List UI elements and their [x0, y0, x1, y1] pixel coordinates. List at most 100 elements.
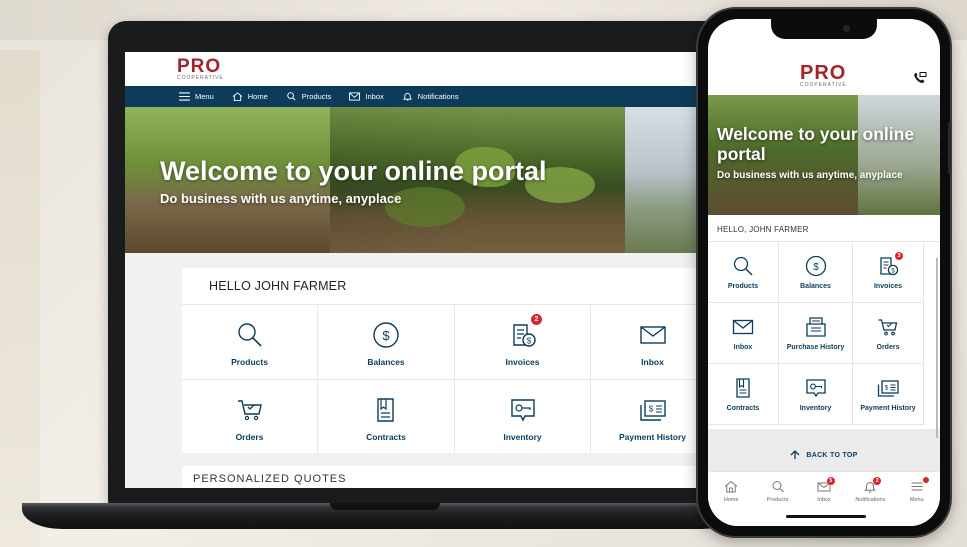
tile-inventory[interactable]: Inventory: [455, 379, 591, 454]
nav-home[interactable]: Home: [232, 92, 268, 101]
tile-label: Contracts: [366, 432, 406, 442]
invoice-count-badge: 2: [531, 314, 542, 325]
tab-label: Notifications: [855, 497, 886, 503]
tile-orders[interactable]: Orders: [853, 303, 924, 364]
mobile-tile-grid: Products $ Balances $ 3 Invoices Inbox P…: [708, 241, 940, 425]
tile-label: Invoices: [873, 282, 902, 290]
logo-tagline: COOPERATIVE: [800, 82, 847, 88]
tile-label: Orders: [876, 343, 900, 351]
tile-label: Inbox: [733, 343, 753, 351]
tile-label: Invoices: [505, 357, 540, 367]
tab-label: Menu: [909, 497, 924, 503]
nav-label: Notifications: [417, 92, 459, 101]
tile-inventory[interactable]: Inventory: [779, 364, 853, 425]
dashboard-body: HELLO JOHN FARMER Products $ Balances $ …: [125, 253, 715, 488]
tile-label: Purchase History: [786, 343, 845, 351]
tile-contracts[interactable]: Contracts: [318, 379, 455, 454]
tile-label: Products: [727, 282, 759, 290]
tile-label: Payment History: [860, 404, 916, 412]
tile-label: Products: [231, 357, 268, 367]
hero-subtitle: Do business with us anytime, anyplace: [160, 191, 402, 206]
invoice-icon: $: [512, 324, 536, 347]
svg-text:$: $: [648, 405, 653, 414]
tile-invoices[interactable]: $ 3 Invoices: [853, 242, 924, 303]
tile-purchase-history[interactable]: Purchase History: [779, 303, 853, 364]
mail-icon: [349, 92, 361, 101]
scrollbar[interactable]: [936, 258, 938, 438]
cart-icon: [878, 318, 898, 335]
nav-inbox[interactable]: Inbox: [349, 92, 384, 101]
contract-icon: [377, 398, 394, 422]
dashboard-card: HELLO JOHN FARMER Products $ Balances $ …: [182, 268, 715, 454]
mail-icon: [732, 319, 754, 334]
back-to-top-label: BACK TO TOP: [806, 451, 858, 459]
tile-label: Contracts: [726, 404, 760, 412]
svg-text:$: $: [526, 337, 531, 346]
tab-menu[interactable]: Menu: [894, 472, 940, 526]
tile-contracts[interactable]: Contracts: [708, 364, 779, 425]
nav-notifications[interactable]: Notifications: [402, 92, 459, 101]
tile-label: Balances: [800, 282, 831, 290]
menu-alert-dot: [922, 477, 929, 483]
logo-tagline: COOPERATIVE: [177, 74, 224, 81]
nav-menu[interactable]: Menu: [179, 92, 214, 101]
hero-subtitle: Do business with us anytime, anyplace: [717, 170, 903, 181]
inventory-icon: [510, 399, 535, 422]
svg-text:$: $: [382, 328, 390, 343]
nav-label: Products: [301, 92, 332, 101]
home-icon: [232, 92, 243, 101]
home-icon: [724, 480, 738, 493]
svg-text:$: $: [891, 267, 895, 274]
tile-label: Balances: [367, 357, 405, 367]
brand-logo[interactable]: PRO COOPERATIVE: [177, 57, 224, 81]
nav-label: Inbox: [365, 92, 384, 101]
cart-icon: [237, 400, 262, 421]
tile-invoices[interactable]: $ 2 Invoices: [455, 304, 591, 379]
phone-notch: [771, 19, 877, 39]
tab-label: Inbox: [817, 497, 831, 503]
mail-icon: [639, 326, 666, 344]
hero-banner: Welcome to your online portal Do busines…: [125, 107, 715, 253]
desktop-header: PRO COOPERATIVE: [125, 52, 715, 86]
svg-text:$: $: [813, 262, 819, 273]
tile-products[interactable]: Products: [182, 304, 318, 379]
tile-payment-history[interactable]: $ Payment History: [853, 364, 924, 425]
contract-icon: [736, 377, 750, 398]
nav-products[interactable]: Products: [286, 92, 332, 101]
section-heading: PERSONALIZED QUOTES: [193, 473, 347, 485]
inbox-count-badge: 5: [826, 477, 835, 485]
purchase-history-icon: [805, 316, 826, 337]
payment-history-icon: $: [639, 400, 666, 421]
bell-icon: [402, 92, 412, 101]
tab-label: Products: [766, 497, 789, 503]
inventory-icon: [805, 378, 826, 397]
personalized-quotes-section: PERSONALIZED QUOTES: [182, 466, 715, 488]
tab-label: Home: [723, 497, 739, 503]
tile-products[interactable]: Products: [708, 242, 779, 303]
invoice-count-badge: 3: [895, 252, 903, 260]
tile-label: Inventory: [503, 432, 542, 442]
brand-logo[interactable]: PRO COOPERATIVE: [800, 63, 847, 88]
tile-orders[interactable]: Orders: [182, 379, 318, 454]
search-icon: [287, 92, 296, 101]
nav-label: Menu: [195, 92, 214, 101]
tile-label: Inventory: [799, 404, 832, 412]
tile-label: Payment History: [618, 432, 687, 442]
mobile-site: PRO COOPERATIVE Welcome to your online p…: [708, 19, 940, 526]
tab-home[interactable]: Home: [708, 472, 754, 526]
notifications-count-badge: 2: [873, 477, 882, 485]
phone-call-icon[interactable]: [913, 72, 927, 84]
mobile-hero-banner: Welcome to your online portal Do busines…: [708, 95, 940, 215]
home-indicator: [786, 515, 866, 518]
greeting: HELLO, JOHN FARMER: [717, 225, 809, 234]
nav-label: Home: [247, 92, 268, 101]
payment-history-icon: $: [877, 379, 899, 397]
search-icon: [772, 481, 784, 493]
hero-title: Welcome to your online portal: [160, 156, 547, 186]
phone-side-button: [948, 122, 951, 174]
dollar-circle-icon: $: [805, 255, 826, 276]
tile-inbox[interactable]: Inbox: [708, 303, 779, 364]
tile-balances[interactable]: $ Balances: [779, 242, 853, 303]
desktop-nav-bar: Menu Home Products Inbox Notifications: [125, 86, 715, 107]
tile-balances[interactable]: $ Balances: [318, 304, 455, 379]
